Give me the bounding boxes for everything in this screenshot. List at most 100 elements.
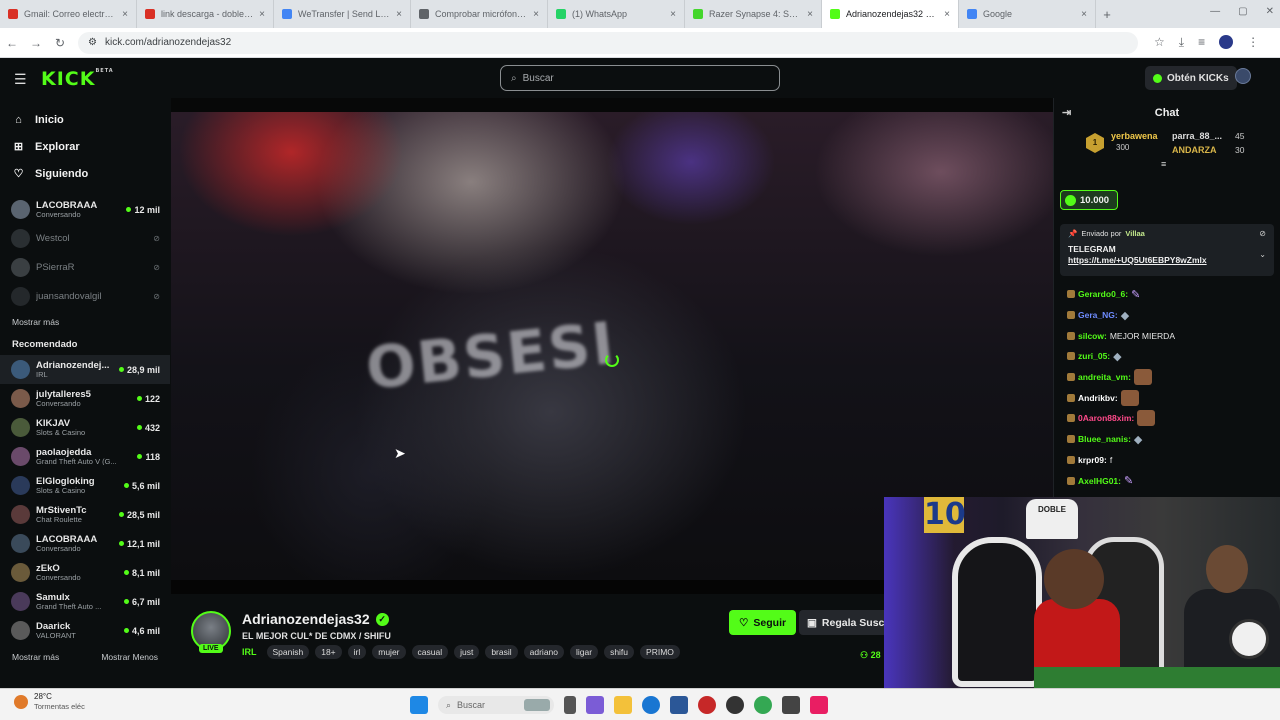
- stream-tag[interactable]: Spanish: [266, 645, 310, 659]
- recommended-channel[interactable]: zEkO Conversando 8,1 mil: [0, 558, 170, 587]
- kicks-chip[interactable]: 10.000: [1060, 190, 1119, 210]
- recommended-channel[interactable]: LACOBRAAA Conversando 12,1 mil: [0, 529, 170, 558]
- following-channel[interactable]: PSierraR ⊘: [0, 253, 170, 282]
- pinned-link[interactable]: https://t.me/+UQ5Ut6EBPY8wZmlx: [1068, 255, 1266, 265]
- browser-tab[interactable]: link descarga - doblepivi ×: [137, 0, 274, 28]
- follow-button[interactable]: ♡ Seguir: [729, 610, 797, 635]
- menu-icon[interactable]: ☰: [14, 71, 27, 88]
- gift-sub-button[interactable]: ▣ Regala Susc: [799, 610, 889, 635]
- taskbar-search[interactable]: ⌕ Buscar: [438, 696, 554, 714]
- close-tab-icon[interactable]: ×: [807, 9, 813, 20]
- stream-tag[interactable]: 18+: [315, 645, 342, 659]
- close-tab-icon[interactable]: ×: [1081, 9, 1087, 20]
- chat-username[interactable]: Gera_NG:: [1078, 310, 1118, 320]
- app-red-icon[interactable]: [698, 696, 716, 714]
- chat-username[interactable]: silcow:: [1078, 331, 1107, 341]
- chat-username[interactable]: andreita_vm:: [1078, 372, 1131, 382]
- stream-tag[interactable]: casual: [411, 645, 449, 659]
- bookmark-star-icon[interactable]: ☆: [1154, 35, 1165, 50]
- browser-tab[interactable]: Razer Synapse 4: Softwa ×: [685, 0, 822, 28]
- unpin-icon[interactable]: ⊘: [1259, 229, 1266, 238]
- media-icon[interactable]: ≡: [1198, 35, 1205, 50]
- close-tab-icon[interactable]: ×: [944, 9, 950, 20]
- stream-tag[interactable]: adriano: [523, 645, 564, 659]
- collapse-chat-icon[interactable]: ⇥: [1062, 106, 1071, 119]
- forward-icon[interactable]: →: [24, 36, 48, 50]
- stream-tag[interactable]: shifu: [604, 645, 635, 659]
- browser-tab[interactable]: Google ×: [959, 0, 1096, 28]
- chat-username[interactable]: AxelHG01:: [1078, 476, 1121, 486]
- stream-tag[interactable]: irl: [347, 645, 367, 659]
- recommended-channel[interactable]: Adrianozendej... IRL 28,9 mil: [0, 355, 170, 384]
- leader-third-name[interactable]: ANDARZA: [1172, 145, 1217, 155]
- streamer-name[interactable]: Adrianozendejas32 ✓: [242, 611, 389, 627]
- windows-start-icon[interactable]: [410, 696, 428, 714]
- search-input[interactable]: ⌕ Buscar: [500, 65, 780, 91]
- stream-tag[interactable]: ligar: [570, 645, 599, 659]
- following-channel[interactable]: juansandovalgil ⊘: [0, 282, 170, 311]
- leader-first-name[interactable]: yerbawena: [1111, 131, 1158, 141]
- pinned-author[interactable]: Villaa: [1125, 229, 1144, 238]
- following-channel[interactable]: Westcol ⊘: [0, 224, 170, 253]
- maximize-icon[interactable]: ▢: [1238, 6, 1247, 17]
- sidebar-item-inicio[interactable]: ⌂ Inicio: [0, 106, 170, 133]
- show-more-following[interactable]: Mostrar más: [0, 311, 170, 333]
- get-kicks-button[interactable]: Obtén KICKs: [1145, 66, 1237, 90]
- close-tab-icon[interactable]: ×: [670, 9, 676, 20]
- close-window-icon[interactable]: ✕: [1266, 6, 1274, 17]
- copilot-icon[interactable]: [586, 696, 604, 714]
- browser-tab[interactable]: (1) WhatsApp ×: [548, 0, 685, 28]
- chat-username[interactable]: krpr09:: [1078, 455, 1107, 465]
- chevron-down-icon[interactable]: ⌄: [1259, 250, 1266, 259]
- stream-tag[interactable]: mujer: [372, 645, 406, 659]
- close-tab-icon[interactable]: ×: [396, 9, 402, 20]
- close-tab-icon[interactable]: ×: [122, 9, 128, 20]
- url-field[interactable]: ⚙ kick.com/adrianozendejas32: [78, 31, 1138, 54]
- sidebar-item-explorar[interactable]: ⊞ Explorar: [0, 133, 170, 160]
- leader-second-name[interactable]: parra_88_...: [1172, 131, 1222, 141]
- download-icon[interactable]: ⤓: [1179, 35, 1184, 50]
- reload-icon[interactable]: ↻: [48, 36, 72, 50]
- stream-tag[interactable]: PRIMO: [640, 645, 680, 659]
- recommended-channel[interactable]: Samulx Grand Theft Auto ... 6,7 mil: [0, 587, 170, 616]
- close-tab-icon[interactable]: ×: [533, 9, 539, 20]
- show-more-recommended[interactable]: Mostrar más: [12, 652, 59, 662]
- app-gray-icon[interactable]: [782, 696, 800, 714]
- recommended-channel[interactable]: Daarick VALORANT 4,6 mil: [0, 616, 170, 645]
- recommended-channel[interactable]: MrStivenTc Chat Roulette 28,5 mil: [0, 500, 170, 529]
- close-tab-icon[interactable]: ×: [259, 9, 265, 20]
- category-link[interactable]: IRL: [242, 647, 257, 657]
- recommended-channel[interactable]: julytalleres5 Conversando 122: [0, 384, 170, 413]
- stream-tag[interactable]: just: [454, 645, 480, 659]
- task-view-icon[interactable]: [564, 696, 576, 714]
- browser-tab[interactable]: Gmail: Correo electrónico ×: [0, 0, 137, 28]
- weather-widget[interactable]: 28°C Tormentas eléc: [14, 692, 85, 711]
- filter-icon[interactable]: ≡: [1161, 159, 1166, 169]
- chrome-icon[interactable]: [754, 696, 772, 714]
- browser-tab[interactable]: WeTransfer | Send Large ×: [274, 0, 411, 28]
- following-channel[interactable]: LACOBRAAA Conversando 12 mil: [0, 195, 170, 224]
- recommended-channel[interactable]: KIKJAV Slots & Casino 432: [0, 413, 170, 442]
- sidebar-item-siguiendo[interactable]: ♡ Siguiendo: [0, 160, 170, 187]
- browser-tab[interactable]: Adrianozendejas32 Strea ×: [822, 0, 959, 28]
- show-less-recommended[interactable]: Mostrar Menos: [101, 652, 158, 662]
- profile-avatar[interactable]: [1219, 35, 1234, 49]
- tiktok-icon[interactable]: [810, 696, 828, 714]
- edge-icon[interactable]: [642, 696, 660, 714]
- file-explorer-icon[interactable]: [614, 696, 632, 714]
- chat-username[interactable]: 0Aaron88xim:: [1078, 413, 1134, 423]
- minimize-icon[interactable]: —: [1210, 6, 1220, 17]
- back-icon[interactable]: ←: [0, 36, 24, 50]
- site-info-icon[interactable]: ⚙: [88, 37, 97, 48]
- new-tab-button[interactable]: +: [1096, 7, 1118, 22]
- user-avatar[interactable]: [1235, 68, 1251, 84]
- kick-logo[interactable]: KICKBETA: [41, 68, 114, 90]
- browser-menu-icon[interactable]: ⋮: [1247, 35, 1259, 50]
- store-icon[interactable]: [670, 696, 688, 714]
- chat-username[interactable]: Bluee_nanis:: [1078, 434, 1131, 444]
- chat-username[interactable]: Gerardo0_6:: [1078, 289, 1128, 299]
- stream-tag[interactable]: brasil: [485, 645, 518, 659]
- app-dark-icon[interactable]: [726, 696, 744, 714]
- recommended-channel[interactable]: ElGlogloking Slots & Casino 5,6 mil: [0, 471, 170, 500]
- chat-username[interactable]: zuri_05:: [1078, 351, 1110, 361]
